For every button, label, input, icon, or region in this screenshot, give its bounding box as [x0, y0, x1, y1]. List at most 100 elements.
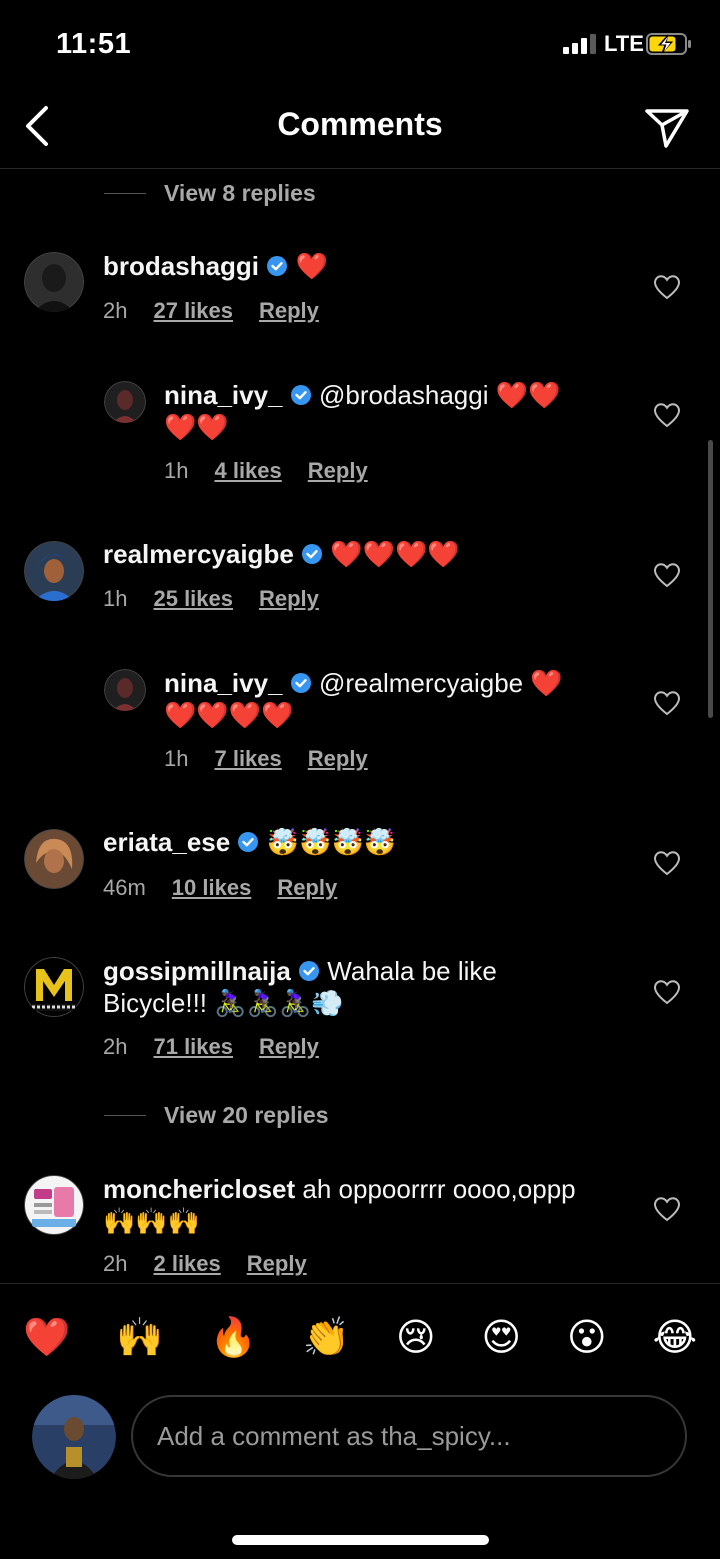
comment-text: ❤️❤️❤️❤️	[330, 539, 460, 569]
likes-count[interactable]: 4 likes	[214, 458, 281, 484]
reply-button[interactable]: Reply	[247, 1251, 307, 1277]
like-heart-icon[interactable]	[653, 1196, 681, 1222]
comment-time: 1h	[164, 458, 189, 483]
verified-badge-icon	[267, 256, 288, 276]
quick-emoji-heart-eyes[interactable]: 😍	[482, 1315, 522, 1359]
comment-input-box[interactable]	[131, 1395, 687, 1477]
avatar[interactable]	[24, 541, 84, 601]
avatar[interactable]	[24, 1175, 84, 1235]
view-replies-label: View 8 replies	[164, 180, 316, 206]
quick-emoji-heart[interactable]: ❤️	[23, 1315, 70, 1360]
view-replies-label: View 20 replies	[164, 1102, 329, 1128]
comment-username[interactable]: nina_ivy_	[164, 668, 283, 698]
comment-meta: 1h 4 likes Reply	[164, 458, 394, 484]
like-heart-icon[interactable]	[653, 690, 681, 716]
comment-body: nina_ivy_ @brodashaggi ❤️❤️ ❤️❤️	[164, 379, 604, 443]
avatar[interactable]	[104, 381, 146, 423]
quick-emoji-surprised[interactable]: 😮	[567, 1315, 607, 1359]
comment-meta: 1h 7 likes Reply	[164, 746, 394, 772]
verified-badge-icon	[299, 961, 320, 981]
comment-body: brodashaggi ❤️	[103, 250, 328, 282]
reply-button[interactable]: Reply	[277, 875, 337, 901]
comment-text-line2: ❤️❤️	[164, 412, 229, 442]
view-replies-button[interactable]: View 8 replies	[104, 180, 316, 207]
like-heart-icon[interactable]	[653, 562, 681, 588]
comment-text: ❤️	[295, 251, 328, 281]
status-time: 11:51	[56, 28, 132, 60]
comment-text: Wahala be like	[327, 956, 497, 986]
comment-body: nina_ivy_ @realmercyaigbe ❤️ ❤️❤️❤️❤️	[164, 667, 604, 731]
comment-text-line2: Bicycle!!! 🚴🏿‍♀️🚴🏿‍♀️🚴🏿‍♀️💨	[103, 988, 344, 1018]
reply-button[interactable]: Reply	[259, 298, 319, 324]
signal-icon	[563, 34, 596, 54]
verified-badge-icon	[290, 385, 311, 405]
comment-time: 1h	[164, 746, 189, 771]
quick-emoji-laughing[interactable]: 😂	[653, 1315, 697, 1359]
composer-divider	[0, 1283, 720, 1284]
reply-button[interactable]: Reply	[308, 458, 368, 484]
comment-meta: 1h 25 likes Reply	[103, 586, 345, 612]
comment-text-line2: 🙌🙌🙌	[103, 1206, 201, 1236]
comment-username[interactable]: brodashaggi	[103, 251, 259, 281]
reply-button[interactable]: Reply	[308, 746, 368, 772]
verified-badge-icon	[290, 673, 311, 693]
network-label: LTE	[604, 31, 644, 56]
comment-time: 46m	[103, 875, 146, 900]
verified-badge-icon	[238, 832, 259, 852]
avatar[interactable]	[24, 829, 84, 889]
gossipmill-logo-avatar[interactable]	[24, 957, 84, 1017]
comment-time: 1h	[103, 586, 128, 611]
header-divider	[0, 168, 720, 169]
comment-body: gossipmillnaija Wahala be like Bicycle!!…	[103, 955, 603, 1019]
comment-username[interactable]: gossipmillnaija	[103, 956, 291, 986]
comment-meta: 2h 71 likes Reply	[103, 1034, 345, 1060]
reply-button[interactable]: Reply	[259, 1034, 319, 1060]
scrollbar[interactable]	[708, 440, 713, 718]
quick-emoji-raised-hands[interactable]: 🙌	[116, 1315, 163, 1360]
comment-time: 2h	[103, 1034, 128, 1059]
battery-charging-icon	[646, 33, 691, 55]
comment-time: 2h	[103, 298, 128, 323]
comment-username[interactable]: realmercyaigbe	[103, 539, 294, 569]
like-heart-icon[interactable]	[653, 850, 681, 876]
likes-count[interactable]: 25 likes	[153, 586, 233, 612]
replies-line	[104, 193, 146, 194]
comment-text: ah oppoorrrr oooo,oppp	[302, 1174, 576, 1204]
home-indicator	[232, 1535, 489, 1545]
likes-count[interactable]: 71 likes	[153, 1034, 233, 1060]
likes-count[interactable]: 7 likes	[214, 746, 281, 772]
quick-emoji-clap[interactable]: 👏	[303, 1315, 350, 1360]
page-title: Comments	[277, 106, 443, 142]
comment-meta: 2h 2 likes Reply	[103, 1251, 333, 1277]
comment-text: @realmercyaigbe ❤️	[318, 668, 563, 698]
like-heart-icon[interactable]	[653, 402, 681, 428]
avatar[interactable]	[104, 669, 146, 711]
comment-username[interactable]: monchericloset	[103, 1174, 295, 1204]
likes-count[interactable]: 2 likes	[153, 1251, 220, 1277]
comment-meta: 2h 27 likes Reply	[103, 298, 345, 324]
comment-text-line2: ❤️❤️❤️❤️	[164, 700, 294, 730]
comment-body: monchericloset ah oppoorrrr oooo,oppp 🙌🙌…	[103, 1173, 623, 1237]
likes-count[interactable]: 10 likes	[172, 875, 252, 901]
comment-input[interactable]	[133, 1397, 685, 1475]
view-replies-button[interactable]: View 20 replies	[104, 1102, 329, 1129]
avatar[interactable]	[24, 252, 84, 312]
quick-reaction-bar: ❤️ 🙌 🔥 👏 😢 😍 😮 😂	[0, 1310, 720, 1364]
comment-body: realmercyaigbe ❤️❤️❤️❤️	[103, 538, 460, 570]
comment-username[interactable]: nina_ivy_	[164, 380, 283, 410]
like-heart-icon[interactable]	[653, 274, 681, 300]
quick-emoji-cry[interactable]: 😢	[396, 1315, 436, 1359]
comment-meta: 46m 10 likes Reply	[103, 875, 363, 901]
like-heart-icon[interactable]	[653, 979, 681, 1005]
likes-count[interactable]: 27 likes	[153, 298, 233, 324]
verified-badge-icon	[302, 544, 323, 564]
replies-line	[104, 1115, 146, 1116]
current-user-avatar	[32, 1395, 116, 1479]
comment-time: 2h	[103, 1251, 128, 1276]
comment-username[interactable]: eriata_ese	[103, 827, 230, 857]
quick-emoji-fire[interactable]: 🔥	[209, 1315, 256, 1360]
send-icon[interactable]	[644, 105, 690, 149]
reply-button[interactable]: Reply	[259, 586, 319, 612]
comment-body: eriata_ese 🤯🤯🤯🤯	[103, 826, 396, 858]
comment-text: 🤯🤯🤯🤯	[266, 827, 397, 857]
